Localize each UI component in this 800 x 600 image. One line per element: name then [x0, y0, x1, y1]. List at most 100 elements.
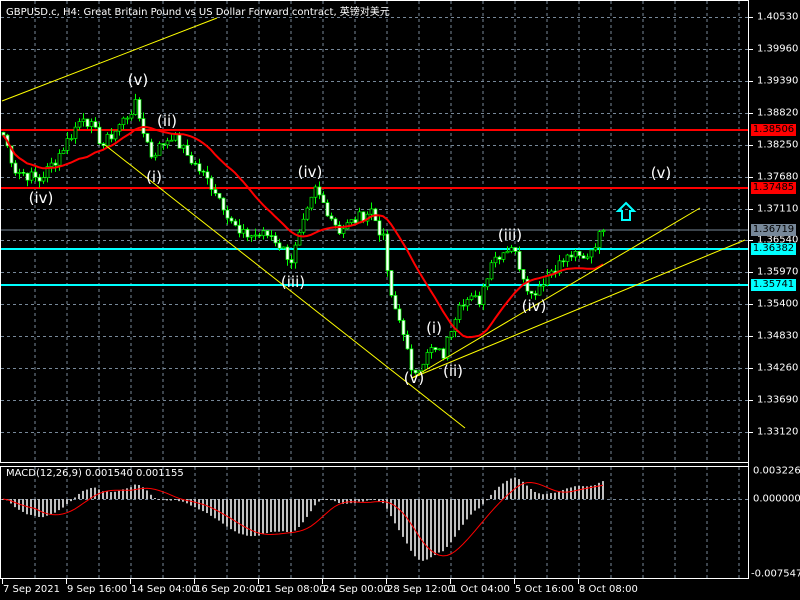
- support-price-tag: 1.35741: [751, 279, 796, 291]
- candle-body: [401, 320, 406, 335]
- macd-bar: [314, 499, 316, 506]
- candle-body: [77, 121, 82, 128]
- candle-body: [201, 170, 206, 173]
- macd-bar: [262, 499, 264, 535]
- macd-bar: [482, 499, 484, 505]
- candle-body: [177, 134, 182, 149]
- candle-body: [181, 144, 186, 149]
- candle-body: [21, 172, 26, 174]
- candle-body: [505, 250, 510, 254]
- macd-bar: [302, 499, 304, 523]
- price-tick: 1.33120: [757, 426, 799, 438]
- price-chart[interactable]: [0, 0, 800, 600]
- candle-body: [489, 262, 494, 280]
- candle-body: [497, 256, 502, 260]
- date-tick: 24 Sep 00:00: [323, 584, 390, 595]
- macd-tick: -0.007547: [751, 568, 800, 580]
- macd-bar: [226, 499, 228, 527]
- price-tick: 1.38820: [757, 107, 799, 119]
- macd-bar: [414, 499, 416, 557]
- support-price-tag: 1.36382: [751, 243, 796, 255]
- macd-bar: [358, 499, 360, 502]
- candle-body: [517, 251, 522, 270]
- macd-bar: [350, 499, 352, 504]
- macd-bar: [578, 485, 580, 499]
- wave-label: (v): [650, 164, 672, 182]
- candle-body: [601, 230, 606, 233]
- macd-bar: [490, 494, 492, 499]
- candle-body: [389, 270, 394, 296]
- macd-bar: [446, 499, 448, 547]
- candle-body: [221, 197, 226, 211]
- candle-body: [137, 99, 142, 119]
- candle-body: [169, 139, 174, 142]
- macd-bar: [270, 499, 272, 533]
- macd-bar: [322, 499, 324, 500]
- candle-body: [437, 348, 442, 351]
- candle-body: [41, 177, 46, 182]
- wave-label: (v): [127, 71, 149, 89]
- candle-body: [209, 177, 214, 190]
- candle-body: [449, 331, 454, 338]
- macd-pane-frame: [0, 466, 749, 579]
- macd-bar: [298, 499, 300, 527]
- macd-bar: [498, 486, 500, 499]
- macd-bar: [438, 499, 440, 553]
- macd-bar: [582, 486, 584, 499]
- candle-body: [541, 284, 546, 287]
- candle-body: [241, 229, 246, 234]
- candle-body: [65, 138, 70, 151]
- macd-bar: [474, 499, 476, 511]
- macd-bar: [458, 499, 460, 531]
- candle-body: [109, 134, 114, 140]
- candle-body: [193, 162, 198, 165]
- candle-body: [61, 150, 66, 154]
- macd-bar: [390, 499, 392, 517]
- candle-body: [121, 117, 126, 125]
- macd-bar: [306, 499, 308, 517]
- candle-body: [537, 285, 542, 296]
- candle-body: [89, 121, 94, 127]
- candle-body: [237, 224, 242, 234]
- macd-bar: [278, 499, 280, 532]
- macd-bar: [86, 489, 88, 499]
- macd-bar: [254, 499, 256, 536]
- candle-body: [297, 231, 302, 246]
- candle-body: [85, 118, 90, 127]
- macd-bar: [154, 498, 156, 500]
- macd-bar: [38, 499, 40, 517]
- macd-bar: [70, 499, 72, 502]
- candle-body: [149, 141, 154, 158]
- macd-bar: [530, 488, 532, 499]
- macd-bar: [166, 499, 168, 501]
- date-tick: 1 Oct 04:00: [451, 584, 510, 595]
- candle-body: [277, 242, 282, 249]
- candle-body: [485, 278, 490, 288]
- candle-body: [153, 154, 158, 158]
- price-tick: 1.38250: [757, 139, 799, 151]
- macd-bar: [442, 499, 444, 552]
- macd-bar: [486, 499, 488, 501]
- wave-label: (v): [403, 369, 425, 387]
- macd-bar: [290, 499, 292, 533]
- candle-body: [501, 252, 506, 260]
- candle-body: [325, 202, 330, 217]
- candle-body: [473, 295, 478, 298]
- candle-body: [289, 259, 294, 264]
- candle-body: [157, 143, 162, 156]
- candle-body: [17, 172, 22, 174]
- macd-bar: [418, 499, 420, 560]
- macd-bar: [162, 499, 164, 501]
- candle-body: [293, 244, 298, 264]
- candle-body: [81, 118, 86, 122]
- macd-bar: [562, 489, 564, 499]
- macd-tick: 0.000000: [753, 493, 800, 505]
- candle-body: [233, 220, 238, 226]
- macd-bar: [398, 499, 400, 531]
- macd-bar: [370, 499, 372, 500]
- price-tick: 1.34830: [757, 330, 799, 342]
- macd-bar: [602, 481, 604, 499]
- grid: [1, 1, 748, 578]
- macd-bar: [570, 487, 572, 499]
- candle-body: [129, 114, 134, 119]
